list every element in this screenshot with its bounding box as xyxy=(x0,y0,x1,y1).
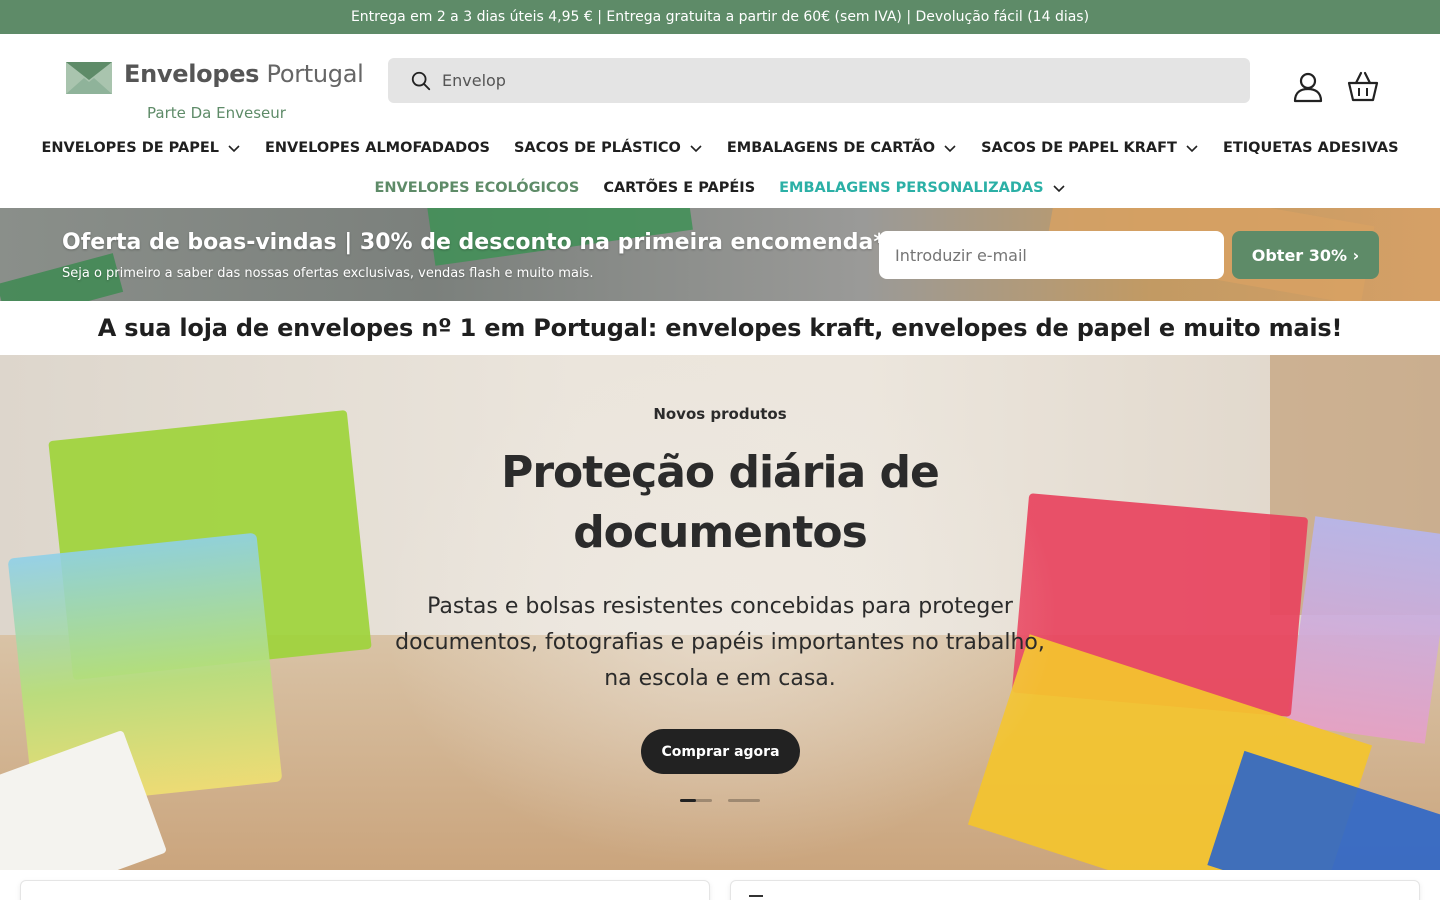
nav-item-label: ENVELOPES ECOLÓGICOS xyxy=(374,180,580,196)
chevron-down-icon xyxy=(1186,145,1198,153)
nav-item-envelopes-de-papel[interactable]: ENVELOPES DE PAPEL xyxy=(29,140,253,156)
brand-tagline: Parte Da Enveseur xyxy=(147,104,286,122)
brand-name: Envelopes Portugal xyxy=(124,60,364,88)
welcome-offer-banner: Oferta de boas-vindas | 30% de desconto … xyxy=(0,208,1440,301)
nav-item-label: CARTÕES E PAPÉIS xyxy=(603,180,756,196)
slide-progress xyxy=(680,799,696,802)
chevron-down-icon xyxy=(228,145,240,153)
shop-now-button[interactable]: Comprar agora xyxy=(641,729,800,774)
hero-kicker: Novos produtos xyxy=(653,405,787,423)
announcement-text: Entrega em 2 a 3 dias úteis 4,95 € | Ent… xyxy=(350,9,1090,25)
promo-card[interactable] xyxy=(730,880,1420,900)
promo-card[interactable] xyxy=(20,880,710,900)
email-field[interactable] xyxy=(879,231,1224,279)
nav-item-label: EMBALAGENS PERSONALIZADAS xyxy=(779,180,1044,196)
card-icon xyxy=(749,895,763,900)
logo[interactable]: Envelopes Portugal Parte Da Enveseur xyxy=(66,60,366,130)
nav-item-label: SACOS DE PAPEL KRAFT xyxy=(981,140,1177,156)
nav-row-secondary: ENVELOPES ECOLÓGICOS CARTÕES E PAPÉIS EM… xyxy=(0,172,1440,204)
main-nav: ENVELOPES DE PAPEL ENVELOPES ALMOFADADOS… xyxy=(0,132,1440,204)
search-bar[interactable] xyxy=(388,58,1250,103)
nav-row-primary: ENVELOPES DE PAPEL ENVELOPES ALMOFADADOS… xyxy=(0,132,1440,164)
brand-name-bold: Envelopes xyxy=(124,60,260,88)
site-header: Envelopes Portugal Parte Da Enveseur ENV… xyxy=(0,34,1440,208)
offer-title: Oferta de boas-vindas | 30% de desconto … xyxy=(62,230,885,255)
hero-heading: Proteção diária de documentos xyxy=(501,447,940,558)
chevron-down-icon xyxy=(1052,185,1065,193)
envelope-logo-icon xyxy=(66,62,112,94)
nav-item-envelopes-almofadados[interactable]: ENVELOPES ALMOFADADOS xyxy=(253,140,502,156)
nav-item-embalagens-de-cartao[interactable]: EMBALAGENS DE CARTÃO xyxy=(715,140,969,156)
promo-cards xyxy=(0,870,1440,900)
announcement-bar: Entrega em 2 a 3 dias úteis 4,95 € | Ent… xyxy=(0,0,1440,34)
slide-indicators xyxy=(680,799,760,803)
nav-item-sacos-de-papel-kraft[interactable]: SACOS DE PAPEL KRAFT xyxy=(969,140,1211,156)
search-icon[interactable] xyxy=(410,70,432,92)
nav-item-label: ENVELOPES DE PAPEL xyxy=(41,140,219,156)
nav-item-sacos-de-plastico[interactable]: SACOS DE PLÁSTICO xyxy=(502,140,715,156)
slide-indicator-1[interactable] xyxy=(680,799,712,802)
nav-item-cartoes-e-papeis[interactable]: CARTÕES E PAPÉIS xyxy=(591,180,767,196)
nav-item-label: ENVELOPES ALMOFADADOS xyxy=(264,140,490,156)
chevron-down-icon xyxy=(690,145,702,153)
get-discount-button[interactable]: Obter 30% › xyxy=(1232,231,1379,279)
search-input[interactable] xyxy=(442,71,1202,90)
nav-item-etiquetas-adesivas[interactable]: ETIQUETAS ADESIVAS xyxy=(1211,140,1411,156)
nav-item-label: EMBALAGENS DE CARTÃO xyxy=(726,140,936,156)
nav-item-label: ETIQUETAS ADESIVAS xyxy=(1222,140,1399,156)
brand-name-light: Portugal xyxy=(266,60,364,88)
hero-slideshow: Novos produtos Proteção diária de docume… xyxy=(0,355,1440,870)
cart-icon[interactable] xyxy=(1346,70,1380,104)
nav-item-embalagens-personalizadas[interactable]: EMBALAGENS PERSONALIZADAS xyxy=(767,180,1077,196)
offer-subtitle: Seja o primeiro a saber das nossas ofert… xyxy=(62,266,594,281)
store-tagline: A sua loja de envelopes nº 1 em Portugal… xyxy=(97,314,1343,342)
slide-indicator-2[interactable] xyxy=(728,799,760,802)
nav-item-label: SACOS DE PLÁSTICO xyxy=(513,140,681,156)
account-icon[interactable] xyxy=(1291,70,1325,104)
chevron-down-icon xyxy=(944,145,956,153)
hero-description: Pastas e bolsas resistentes concebidas p… xyxy=(395,594,1045,691)
nav-item-envelopes-ecologicos[interactable]: ENVELOPES ECOLÓGICOS xyxy=(362,180,591,196)
